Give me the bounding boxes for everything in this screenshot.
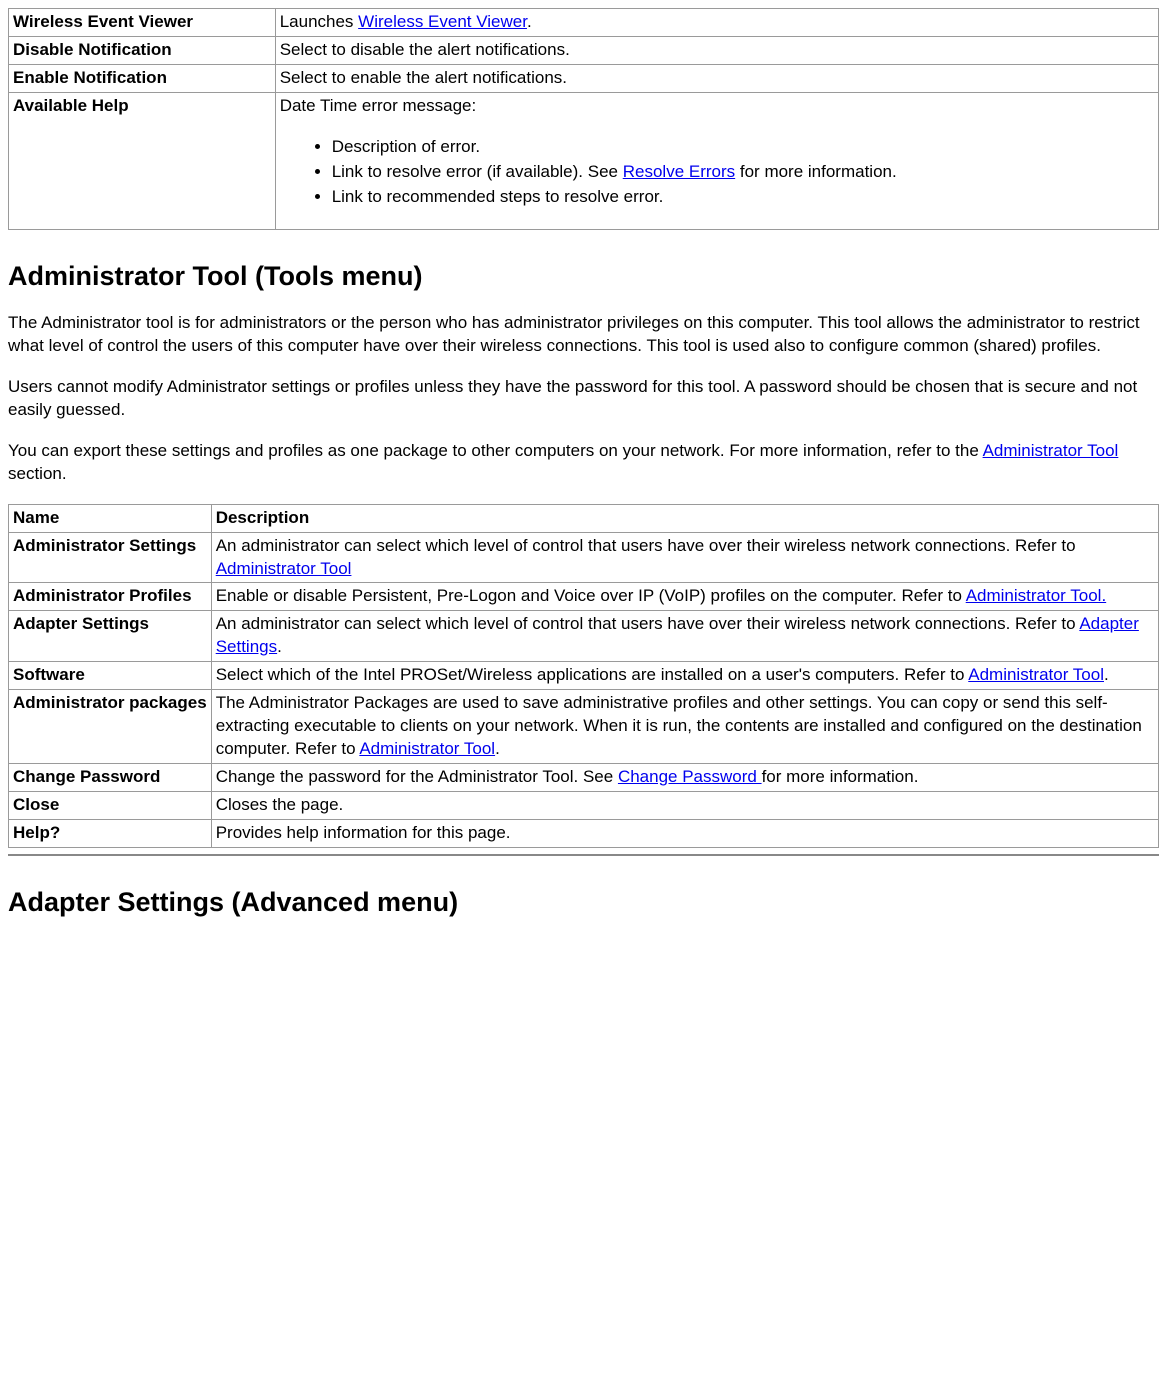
row-desc: Closes the page. [211,791,1158,819]
col-header-name: Name [9,504,212,532]
table-notifications: Wireless Event Viewer Launches Wireless … [8,8,1159,230]
row-name: Disable Notification [9,36,276,64]
row-desc: Enable or disable Persistent, Pre-Logon … [211,583,1158,611]
divider [8,854,1159,856]
row-name: Software [9,662,212,690]
link-administrator-tool[interactable]: Administrator Tool [359,739,495,758]
table-header-row: Name Description [9,504,1159,532]
col-header-desc-text: Description [216,508,310,527]
row-name: Administrator Settings [9,532,212,583]
table-row: Help? Provides help information for this… [9,819,1159,847]
row-desc: Provides help information for this page. [211,819,1158,847]
link-resolve-errors[interactable]: Resolve Errors [623,162,735,181]
heading-adapter-settings: Adapter Settings (Advanced menu) [8,884,1159,920]
text: Change the password for the Administrato… [216,767,618,786]
table-row: Administrator packages The Administrator… [9,690,1159,764]
text: An administrator can select which level … [216,536,1076,555]
text: for more information. [762,767,919,786]
table-row: Change Password Change the password for … [9,764,1159,792]
text: Launches [280,12,358,31]
list-item: Description of error. [332,136,1154,159]
link-administrator-tool[interactable]: Administrator Tool. [966,586,1106,605]
row-name: Adapter Settings [9,611,212,662]
text: An administrator can select which level … [216,614,1080,633]
table-row: Disable Notification Select to disable t… [9,36,1159,64]
row-name: Wireless Event Viewer [9,9,276,37]
text: You can export these settings and profil… [8,441,983,460]
text: for more information. [735,162,897,181]
text: section. [8,464,67,483]
row-desc: Select to disable the alert notification… [275,36,1158,64]
table-row: Close Closes the page. [9,791,1159,819]
row-desc: Change the password for the Administrato… [211,764,1158,792]
table-row: Administrator Profiles Enable or disable… [9,583,1159,611]
table-row: Available Help Date Time error message: … [9,92,1159,229]
row-desc: Date Time error message: Description of … [275,92,1158,229]
heading-admin-tool: Administrator Tool (Tools menu) [8,258,1159,294]
list-item: Link to resolve error (if available). Se… [332,161,1154,184]
paragraph: Users cannot modify Administrator settin… [8,376,1159,422]
text: Select which of the Intel PROSet/Wireles… [216,665,969,684]
text: Enable or disable Persistent, Pre-Logon … [216,586,966,605]
text: Link to resolve error (if available). Se… [332,162,623,181]
paragraph: The Administrator tool is for administra… [8,312,1159,358]
row-name: Administrator packages [9,690,212,764]
row-desc: Select to enable the alert notifications… [275,64,1158,92]
help-intro: Date Time error message: [280,96,477,115]
table-row: Wireless Event Viewer Launches Wireless … [9,9,1159,37]
text: . [277,637,282,656]
row-desc: The Administrator Packages are used to s… [211,690,1158,764]
link-administrator-tool[interactable]: Administrator Tool [968,665,1104,684]
row-desc: Select which of the Intel PROSet/Wireles… [211,662,1158,690]
row-name: Change Password [9,764,212,792]
text: . [495,739,500,758]
row-desc: Launches Wireless Event Viewer. [275,9,1158,37]
col-header-desc: Description [211,504,1158,532]
row-name: Close [9,791,212,819]
table-row: Software Select which of the Intel PROSe… [9,662,1159,690]
help-list: Description of error. Link to resolve er… [280,136,1154,209]
link-administrator-tool[interactable]: Administrator Tool [983,441,1119,460]
text: . [527,12,532,31]
table-row: Administrator Settings An administrator … [9,532,1159,583]
table-row: Adapter Settings An administrator can se… [9,611,1159,662]
text: The Administrator Packages are used to s… [216,693,1142,758]
row-name: Help? [9,819,212,847]
row-name: Administrator Profiles [9,583,212,611]
row-desc: An administrator can select which level … [211,611,1158,662]
list-item: Link to recommended steps to resolve err… [332,186,1154,209]
row-name: Enable Notification [9,64,276,92]
table-admin-tool: Name Description Administrator Settings … [8,504,1159,848]
row-desc: An administrator can select which level … [211,532,1158,583]
link-administrator-tool[interactable]: Administrator Tool [216,559,352,578]
link-change-password[interactable]: Change Password [618,767,762,786]
link-wireless-event-viewer[interactable]: Wireless Event Viewer [358,12,527,31]
paragraph: You can export these settings and profil… [8,440,1159,486]
row-name: Available Help [9,92,276,229]
text: . [1104,665,1109,684]
table-row: Enable Notification Select to enable the… [9,64,1159,92]
